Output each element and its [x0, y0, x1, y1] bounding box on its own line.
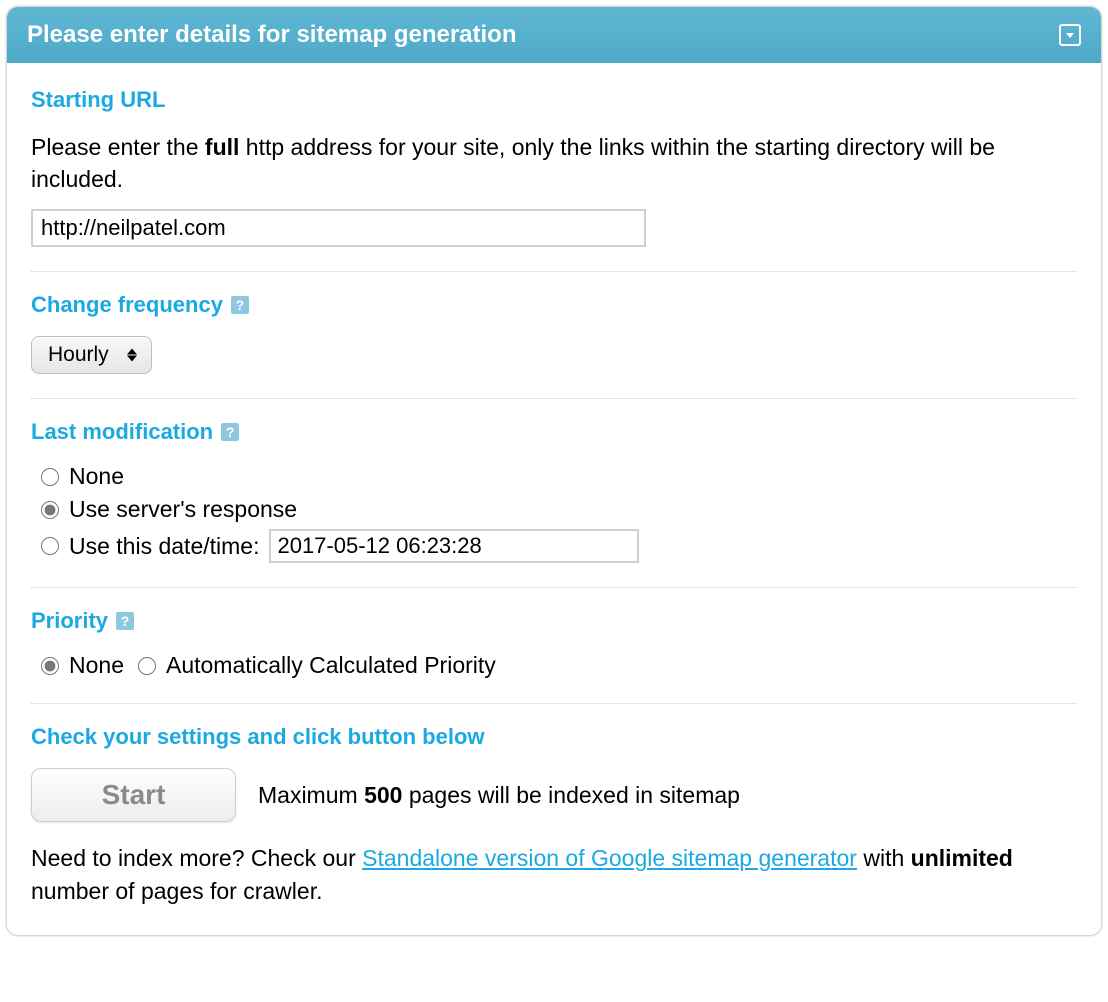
sitemap-panel: Please enter details for sitemap generat… — [6, 6, 1102, 936]
radio-server[interactable] — [41, 501, 59, 519]
start-button[interactable]: Start — [31, 768, 236, 822]
priority-options: None Automatically Calculated Priority — [41, 652, 1077, 679]
standalone-link[interactable]: Standalone version of Google sitemap gen… — [362, 845, 857, 871]
help-icon[interactable]: ? — [231, 296, 249, 314]
change-frequency-label: Change frequency ? — [31, 292, 1077, 318]
divider — [31, 271, 1077, 272]
change-frequency-select[interactable]: Hourly — [31, 336, 152, 374]
starting-url-input[interactable] — [31, 209, 646, 247]
panel-header: Please enter details for sitemap generat… — [7, 7, 1101, 63]
panel-body: Starting URL Please enter the full http … — [7, 63, 1101, 935]
lastmod-option-none[interactable]: None — [41, 463, 1077, 490]
max-pages-text: Maximum 500 pages will be indexed in sit… — [258, 782, 740, 809]
start-row: Start Maximum 500 pages will be indexed … — [31, 768, 1077, 822]
lastmod-option-server[interactable]: Use server's response — [41, 496, 1077, 523]
footer-text: Need to index more? Check our Standalone… — [31, 842, 1077, 906]
select-arrows-icon — [127, 349, 137, 362]
priority-option-none[interactable]: None — [41, 652, 124, 679]
radio-date[interactable] — [41, 537, 59, 555]
divider — [31, 398, 1077, 399]
help-icon[interactable]: ? — [221, 423, 239, 441]
last-modification-label: Last modification ? — [31, 419, 1077, 445]
submit-label: Check your settings and click button bel… — [31, 724, 1077, 750]
radio-priority-none[interactable] — [41, 657, 59, 675]
radio-none[interactable] — [41, 468, 59, 486]
panel-title: Please enter details for sitemap generat… — [27, 21, 517, 49]
radio-priority-auto[interactable] — [138, 657, 156, 675]
collapse-icon[interactable] — [1059, 24, 1081, 46]
starting-url-desc: Please enter the full http address for y… — [31, 131, 1077, 195]
lastmod-date-input[interactable] — [269, 529, 639, 563]
lastmod-option-date[interactable]: Use this date/time: — [41, 529, 1077, 563]
divider — [31, 703, 1077, 704]
divider — [31, 587, 1077, 588]
help-icon[interactable]: ? — [116, 612, 134, 630]
priority-label: Priority ? — [31, 608, 1077, 634]
priority-option-auto[interactable]: Automatically Calculated Priority — [138, 652, 496, 679]
starting-url-label: Starting URL — [31, 87, 1077, 113]
